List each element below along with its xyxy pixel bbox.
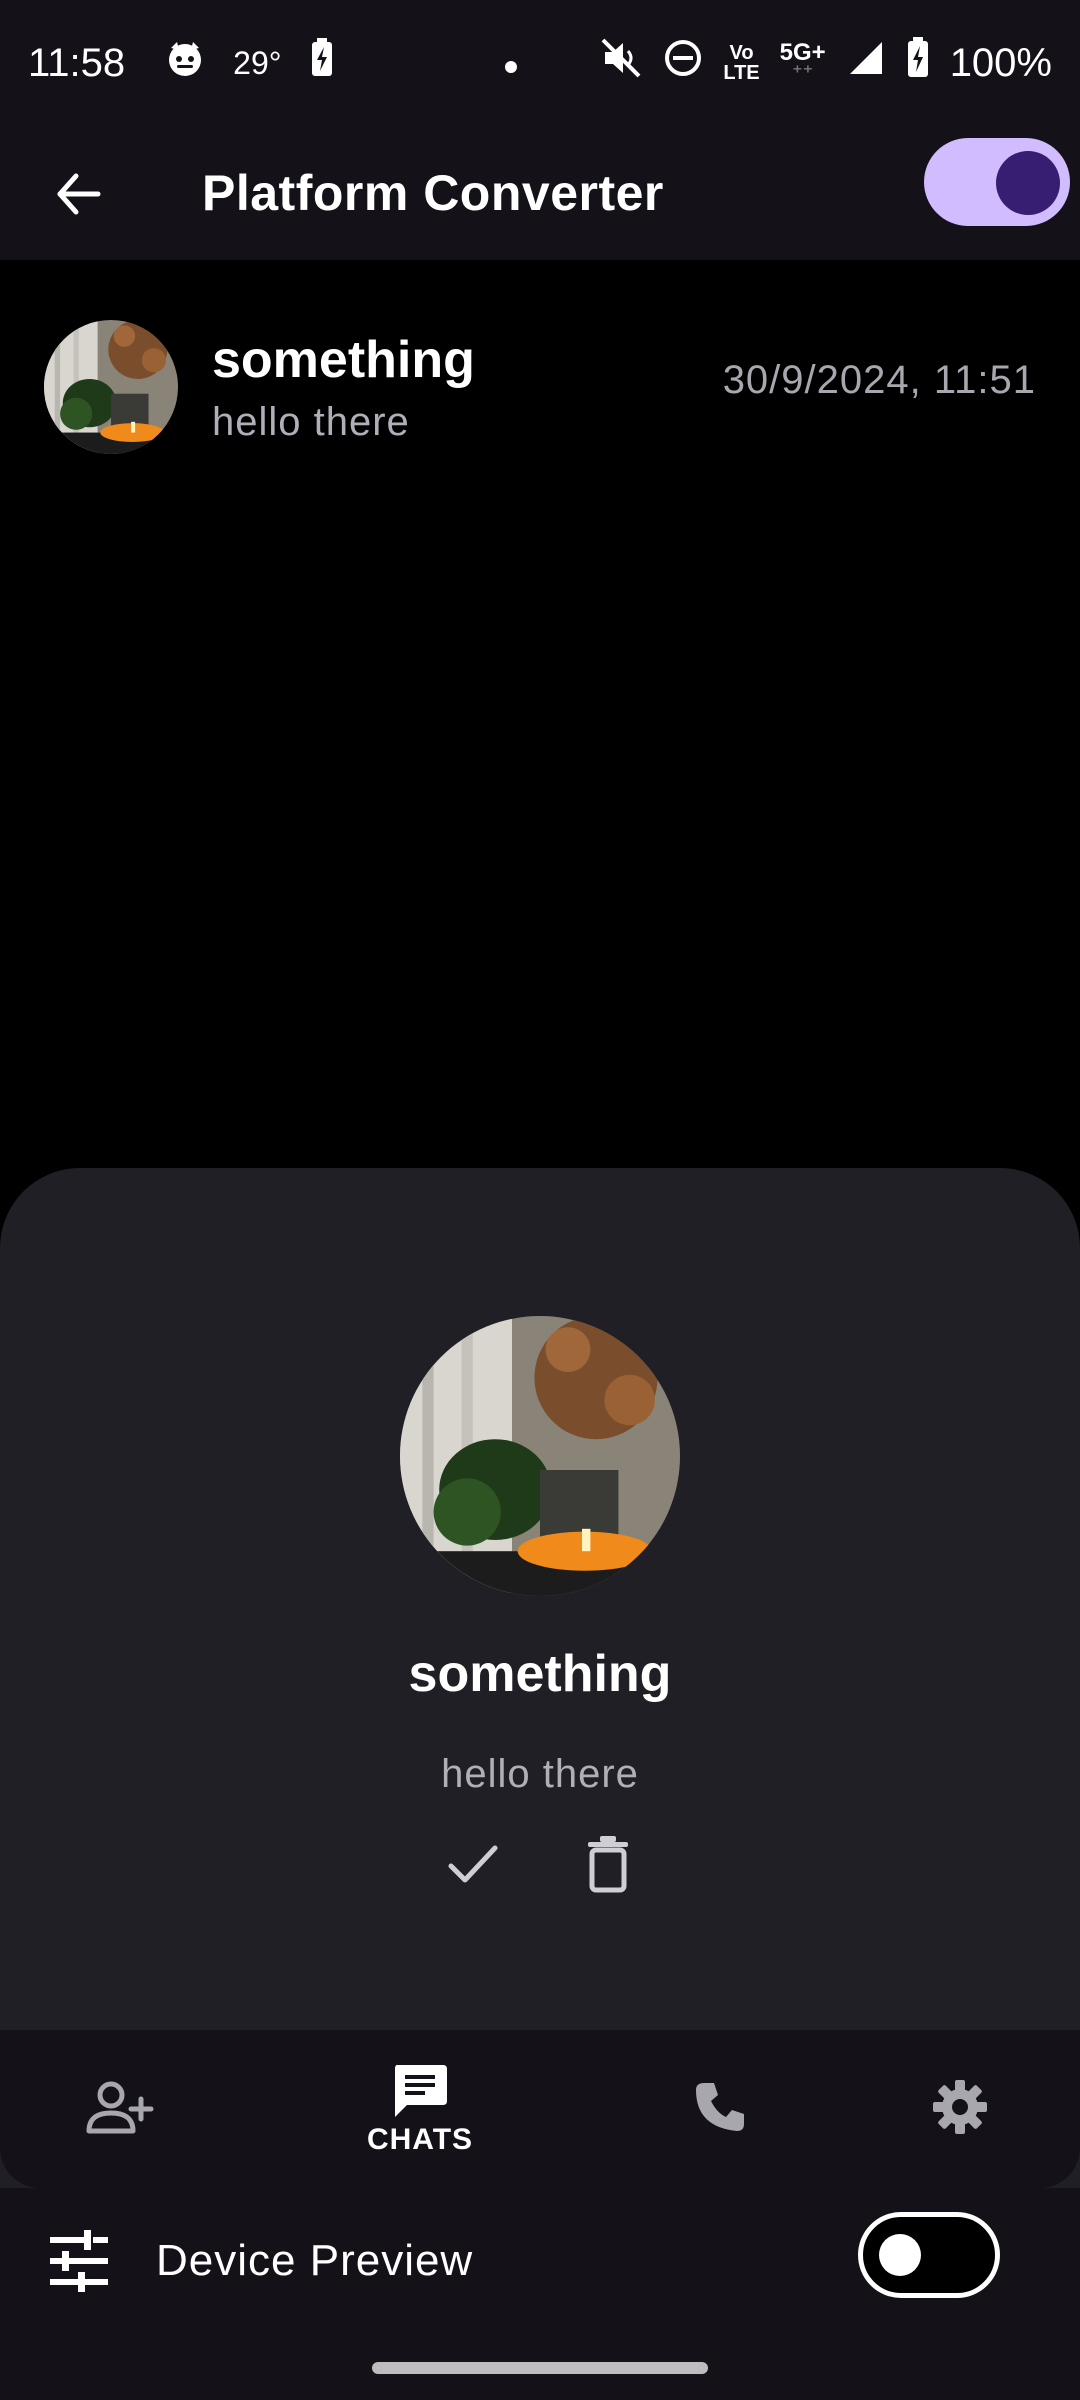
sheet-avatar bbox=[400, 1316, 680, 1596]
nav-item-chats[interactable]: CHATS bbox=[300, 2030, 540, 2188]
do-not-disturb-icon bbox=[663, 38, 703, 88]
sheet-actions bbox=[0, 1828, 1080, 1908]
chat-name: something bbox=[212, 331, 475, 389]
battery-percent: 100% bbox=[949, 40, 1052, 85]
person-add-icon bbox=[86, 2081, 154, 2134]
gesture-area bbox=[0, 2334, 1080, 2400]
sheet-message: hello there bbox=[441, 1752, 639, 1796]
status-bar: 11:58 29° Vo LTE 5G+ ⁺⁺ 100% bbox=[0, 0, 1080, 126]
device-preview-label: Device Preview bbox=[156, 2236, 474, 2285]
status-right-icons: Vo LTE 5G+ ⁺⁺ 100% bbox=[503, 36, 1052, 90]
chat-list-item[interactable]: something hello there 30/9/2024, 11:51 bbox=[0, 300, 1080, 480]
chat-timestamp: 30/9/2024, 11:51 bbox=[722, 358, 1036, 402]
5g-plus-icon: 5G+ ⁺⁺ bbox=[779, 39, 826, 84]
delete-icon bbox=[588, 1836, 628, 1893]
nav-item-add-contact[interactable] bbox=[0, 2030, 240, 2188]
nav-item-settings[interactable] bbox=[840, 2030, 1080, 2188]
sheet-contact-name: something bbox=[408, 1645, 672, 1703]
theme-toggle-knob bbox=[996, 151, 1060, 215]
confirm-button[interactable] bbox=[437, 1828, 509, 1900]
phone-icon bbox=[696, 2083, 744, 2131]
screen: 11:58 29° Vo LTE 5G+ ⁺⁺ 100% Platform Co… bbox=[0, 0, 1080, 2400]
back-button[interactable] bbox=[40, 156, 116, 232]
check-icon bbox=[448, 1845, 498, 1883]
chat-icon bbox=[395, 2065, 447, 2117]
settings-icon bbox=[933, 2080, 987, 2134]
mute-icon bbox=[599, 36, 643, 90]
gesture-handle[interactable] bbox=[372, 2362, 708, 2374]
device-preview-switch-knob bbox=[879, 2234, 921, 2276]
dot-icon bbox=[503, 42, 519, 85]
battery-charging-icon bbox=[906, 37, 930, 89]
chat-avatar bbox=[44, 320, 178, 454]
theme-toggle-switch[interactable] bbox=[924, 138, 1070, 226]
chat-last-message: hello there bbox=[212, 400, 410, 444]
nav-label-chats: CHATS bbox=[366, 2123, 474, 2156]
tune-icon[interactable] bbox=[44, 2226, 114, 2296]
app-title: Platform Converter bbox=[202, 165, 664, 221]
arrow-back-icon bbox=[57, 173, 101, 215]
cat-icon bbox=[165, 38, 205, 88]
app-bar: Platform Converter bbox=[0, 126, 1080, 260]
delete-button[interactable] bbox=[572, 1828, 644, 1900]
device-preview-switch[interactable] bbox=[858, 2212, 1000, 2298]
signal-icon bbox=[846, 38, 886, 88]
battery-charging-small-icon bbox=[310, 38, 334, 88]
status-left-icons: 29° bbox=[165, 38, 333, 88]
nav-item-calls[interactable] bbox=[600, 2030, 840, 2188]
status-time: 11:58 bbox=[28, 40, 126, 85]
volte-icon: Vo LTE bbox=[723, 42, 760, 84]
bottom-navigation: CHATS bbox=[0, 2030, 1080, 2188]
temperature-text: 29° bbox=[233, 44, 282, 81]
device-preview-bar: Device Preview bbox=[0, 2188, 1080, 2334]
